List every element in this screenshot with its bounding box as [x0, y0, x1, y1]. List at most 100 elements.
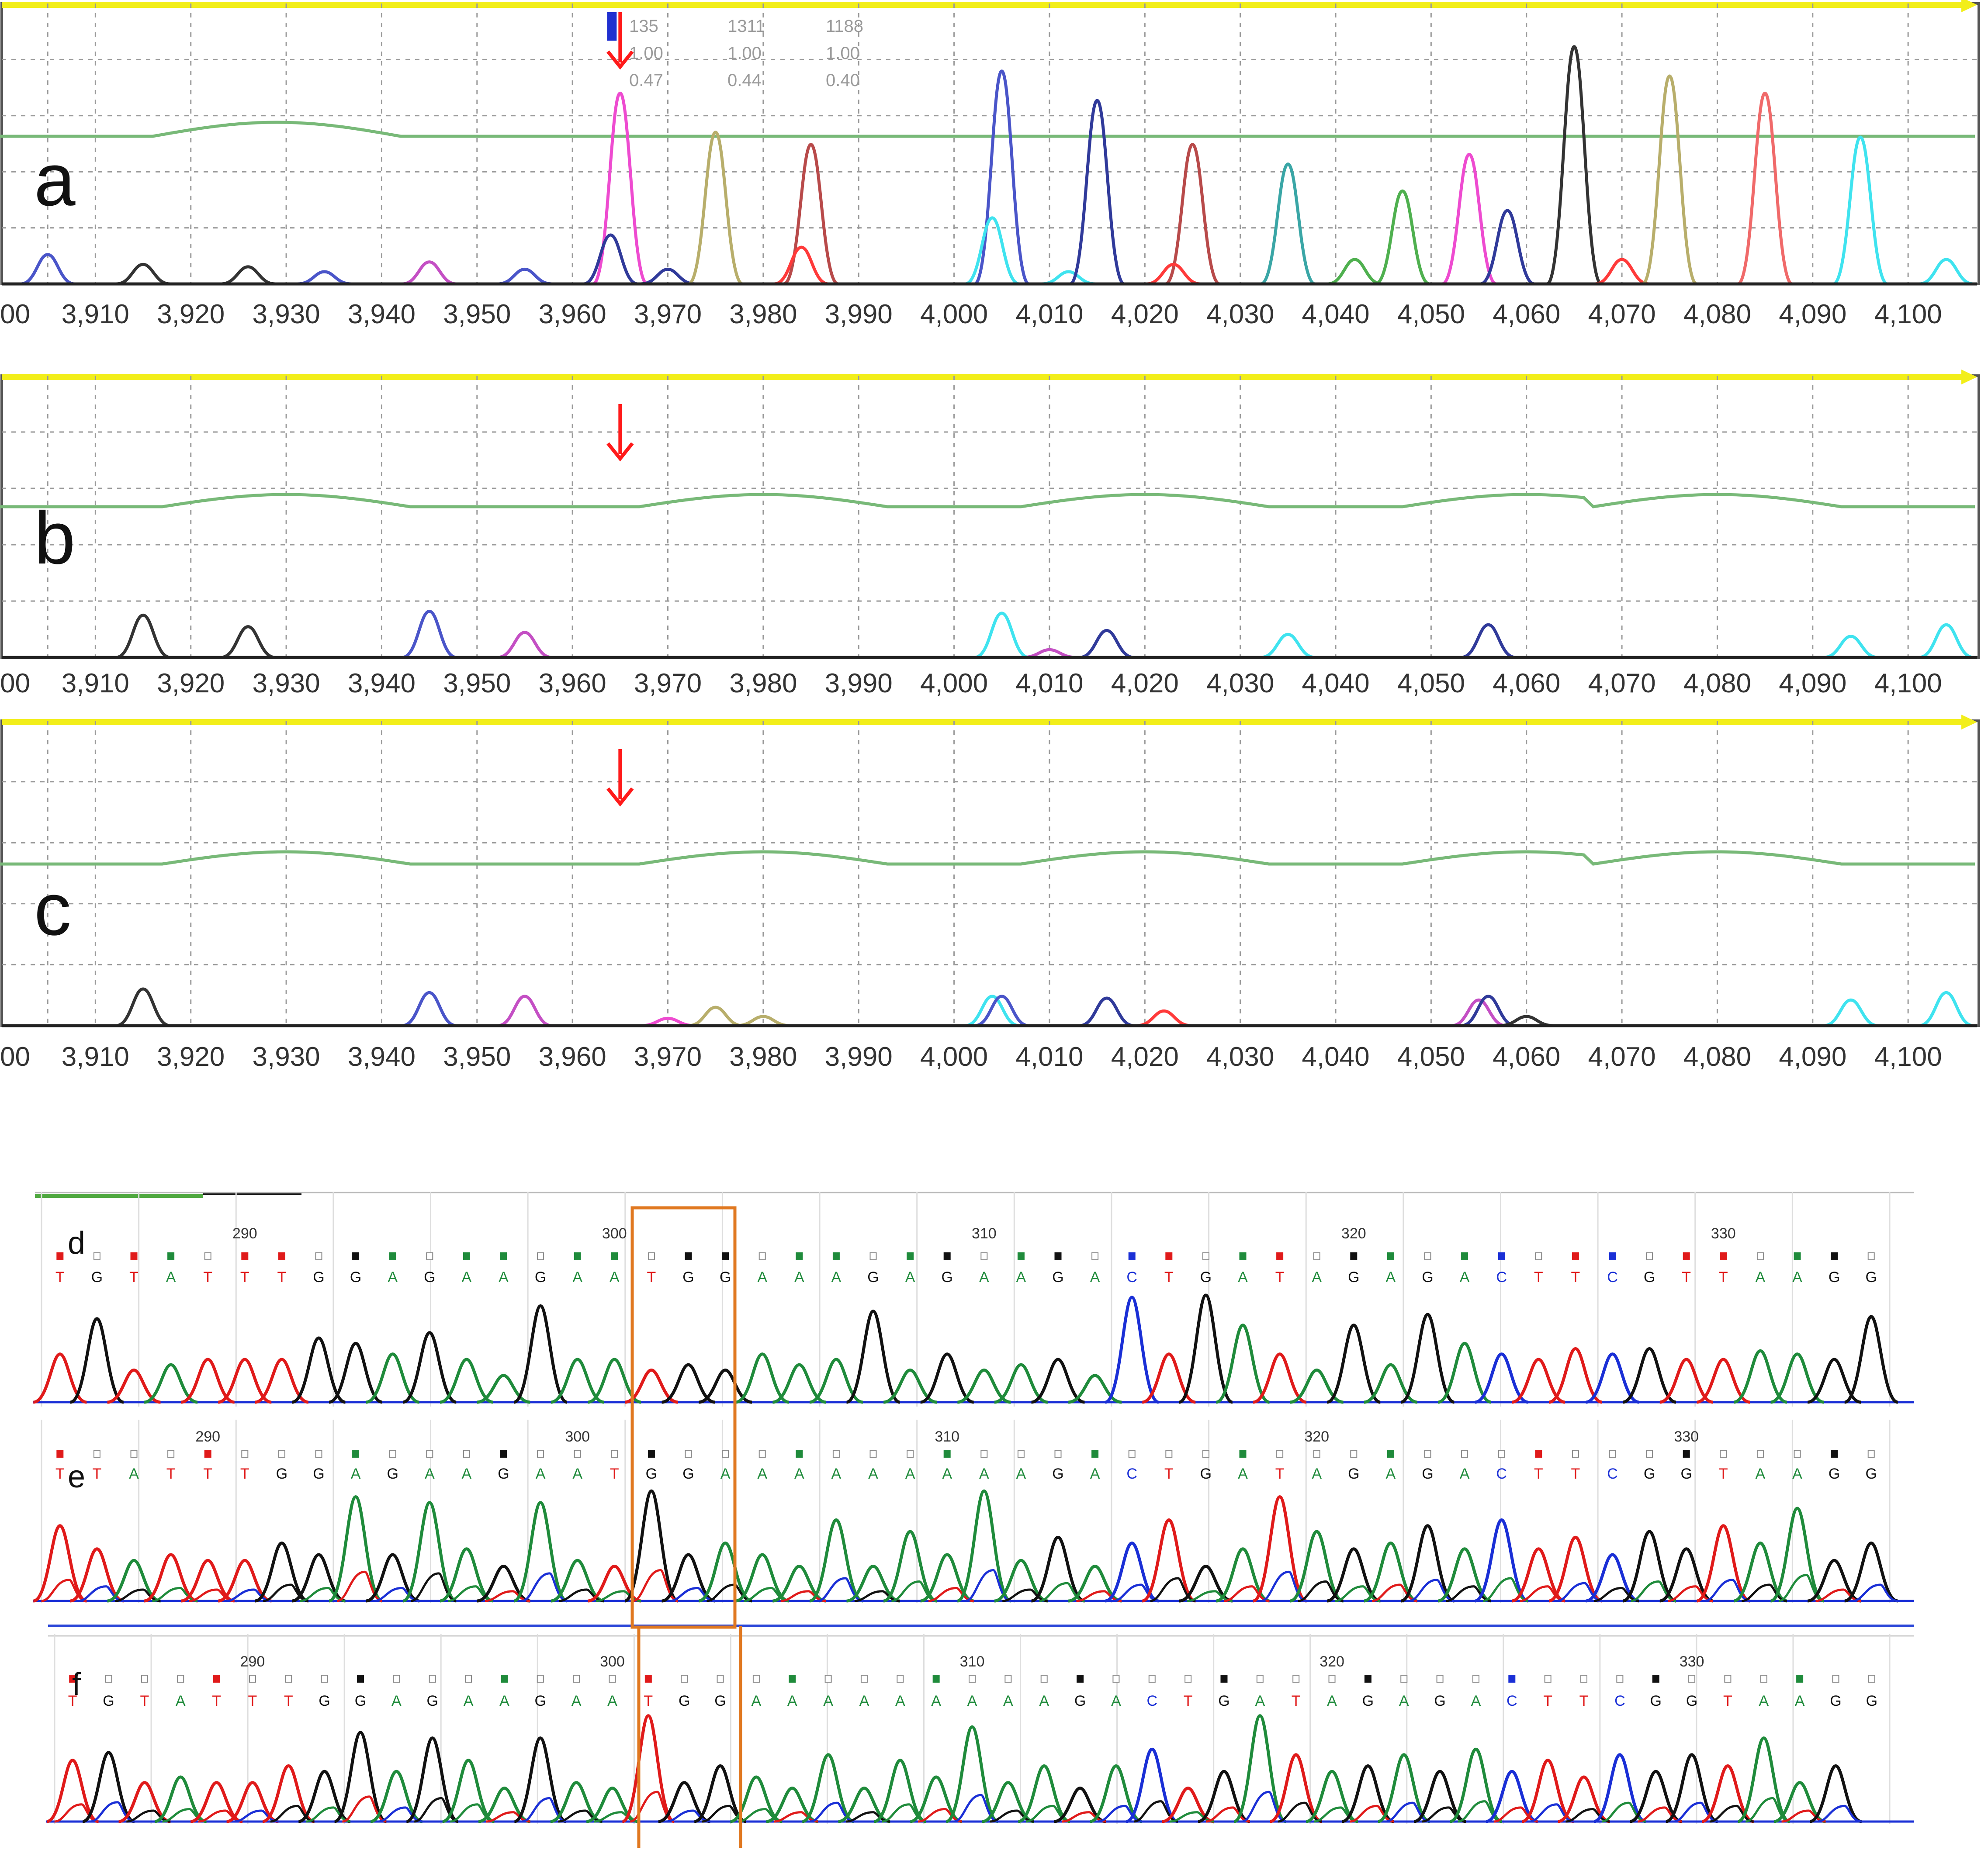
- readout-value: 1.00: [629, 44, 663, 63]
- quality-square: [141, 1675, 148, 1683]
- base-letter: A: [905, 1466, 915, 1482]
- secondary-trace: [1852, 1583, 1898, 1602]
- base-letter: A: [979, 1466, 989, 1482]
- x-tick-label: 4,020: [1111, 299, 1179, 329]
- quality-square: [611, 1450, 618, 1458]
- secondary-trace: [411, 1572, 457, 1602]
- base-trace: [1126, 1747, 1179, 1823]
- readout-value: 0.47: [629, 71, 663, 90]
- x-tick-label: 3,970: [634, 299, 702, 329]
- base-calls: TGTATTTGGAGAAGAATGGAAAGAGAAGACTGATAGAGAC…: [55, 1252, 1877, 1286]
- x-tick-label: 4,060: [1493, 1042, 1560, 1072]
- x-tick-label: 3,990: [825, 1042, 893, 1072]
- base-letter: A: [831, 1466, 842, 1482]
- base-letter: A: [787, 1693, 797, 1709]
- base-trace: [1364, 1363, 1418, 1404]
- quality-square: [321, 1675, 328, 1683]
- quality-square: [177, 1675, 184, 1683]
- base-letter: A: [536, 1466, 546, 1482]
- panel-label: e: [68, 1459, 85, 1494]
- x-tick-label: 3,990: [825, 668, 893, 698]
- base-letter: T: [277, 1269, 287, 1286]
- base-letter: A: [1756, 1466, 1766, 1482]
- base-trace: [1142, 1518, 1196, 1603]
- quality-square: [389, 1450, 396, 1458]
- quality-square: [1867, 1252, 1875, 1260]
- secondary-trace: [336, 1570, 383, 1602]
- readout-value: 0.40: [826, 71, 860, 90]
- position-label: 300: [602, 1225, 627, 1242]
- panel-label: f: [72, 1667, 81, 1702]
- position-label: 330: [1674, 1428, 1699, 1445]
- base-letter: G: [1866, 1693, 1877, 1709]
- base-trace: [1253, 1352, 1307, 1404]
- base-letter: T: [166, 1466, 176, 1482]
- base-letter: G: [1865, 1466, 1877, 1482]
- x-tick-label: 3,930: [252, 299, 320, 329]
- base-trace: [1737, 1736, 1791, 1823]
- base-letter: G: [1434, 1693, 1445, 1709]
- quality-square: [648, 1252, 655, 1260]
- x-tick-label: 4,010: [1015, 668, 1083, 698]
- base-letter: G: [350, 1269, 361, 1286]
- secondary-trace: [1778, 1574, 1824, 1602]
- x-tick-label: 4,040: [1302, 1042, 1369, 1072]
- x-tick-label: 4,040: [1302, 299, 1369, 329]
- quality-square: [352, 1252, 360, 1260]
- sequencing-figure: 135 1311 1188 1.00 1.00 1.00 0.47 0.44 0.40 a 3,91…: [0, 0, 1980, 1848]
- quality-square: [611, 1252, 618, 1260]
- quality-square: [1128, 1252, 1136, 1260]
- quality-square: [1184, 1675, 1192, 1683]
- x-tick-label: 4,060: [1493, 668, 1560, 698]
- base-letter: A: [794, 1269, 804, 1286]
- readout-value: 1311: [727, 17, 765, 36]
- plot-frame: [0, 2, 1980, 285]
- base-letter: C: [1614, 1693, 1625, 1709]
- x-tick-label-partial: 00: [0, 299, 30, 329]
- x-tick-label-partial: 00: [0, 1042, 30, 1072]
- base-trace: [442, 1759, 495, 1823]
- position-label: 330: [1680, 1653, 1704, 1670]
- base-letter: G: [1830, 1693, 1841, 1709]
- base-letter: T: [1534, 1269, 1543, 1286]
- base-letter: A: [1795, 1693, 1805, 1709]
- base-letter: T: [1543, 1693, 1552, 1709]
- x-tick-label: 4,080: [1683, 1042, 1751, 1072]
- base-calls: TGTATTTGGAGAAGAATGGAAAAAAAAAGACTGATAGAGA…: [68, 1675, 1877, 1709]
- base-letter: T: [1723, 1693, 1732, 1709]
- base-trace: [920, 1553, 974, 1603]
- quality-square: [249, 1675, 256, 1683]
- x-tick-label: 3,930: [252, 1042, 320, 1072]
- base-trace: [1521, 1759, 1574, 1823]
- base-letter: G: [319, 1693, 330, 1709]
- chromatogram-d: 290 300 310 320 330 T G T A T T T G G A G A A G A A T G G A A A G A G…: [33, 1192, 1914, 1407]
- base-letter: A: [1111, 1693, 1121, 1709]
- quality-square: [1387, 1450, 1394, 1458]
- base-letter: G: [1200, 1466, 1212, 1482]
- quality-square: [1609, 1450, 1616, 1458]
- base-trace: [1593, 1753, 1646, 1823]
- quality-square: [241, 1252, 249, 1260]
- base-letter: A: [1312, 1269, 1322, 1286]
- base-letter: A: [1238, 1466, 1248, 1482]
- secondary-trace: [90, 1801, 135, 1823]
- x-tick-label: 4,020: [1111, 1042, 1179, 1072]
- x-tick-label: 4,070: [1588, 668, 1656, 698]
- quality-square: [1077, 1675, 1084, 1683]
- base-letter: A: [1386, 1269, 1396, 1286]
- base-letter: A: [1090, 1466, 1100, 1482]
- quality-square: [1535, 1252, 1542, 1260]
- position-label: 310: [960, 1653, 985, 1670]
- base-letter: G: [313, 1269, 324, 1286]
- quality-square: [1461, 1450, 1468, 1458]
- base-trace: [946, 1725, 999, 1823]
- position-label: 290: [232, 1225, 257, 1242]
- base-letter: T: [55, 1466, 65, 1482]
- base-letter: A: [1039, 1693, 1049, 1709]
- base-letter: A: [572, 1269, 582, 1286]
- base-letter: T: [203, 1269, 212, 1286]
- quality-square: [1831, 1252, 1838, 1260]
- x-tick-label: 4,050: [1397, 299, 1465, 329]
- base-letter: T: [1275, 1269, 1285, 1286]
- base-letter: A: [823, 1693, 833, 1709]
